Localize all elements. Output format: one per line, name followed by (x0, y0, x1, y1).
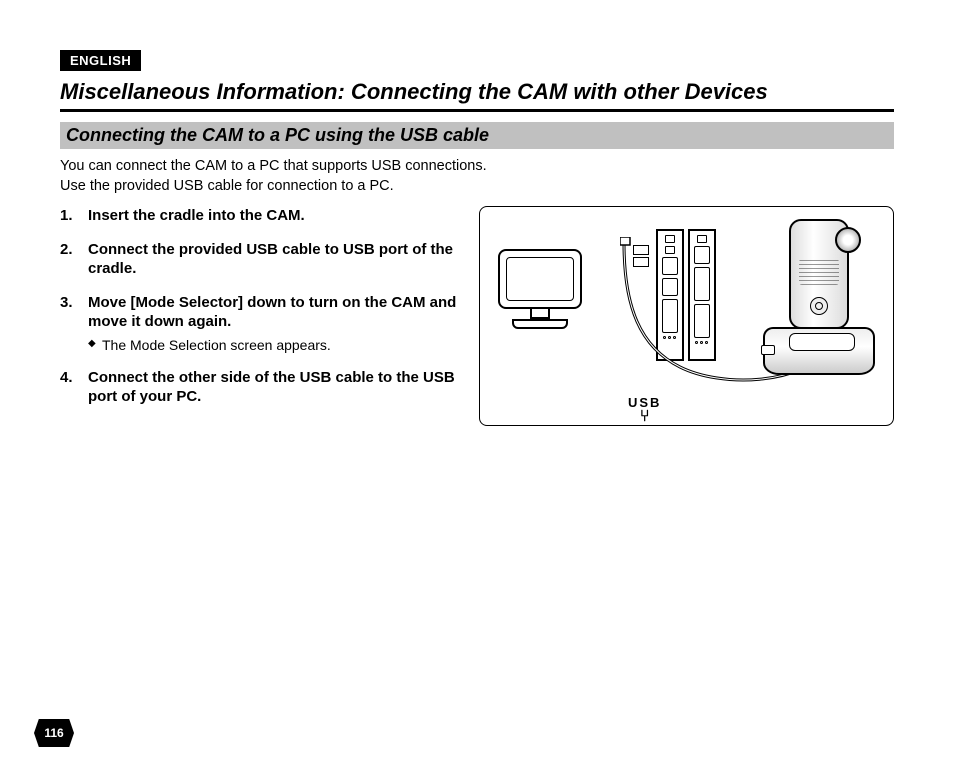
intro-text: You can connect the CAM to a PC that sup… (60, 157, 894, 196)
step-1-text: Insert the cradle into the CAM. (88, 207, 305, 224)
step-2-text: Connect the provided USB cable to USB po… (88, 241, 453, 278)
usb-label: USB ⑂ (628, 396, 661, 425)
page-number: 116 (34, 719, 74, 747)
step-4: Connect the other side of the USB cable … (60, 368, 461, 407)
page-title: Miscellaneous Information: Connecting th… (60, 79, 894, 112)
pc-back-icon (630, 229, 716, 361)
monitor-icon (498, 249, 582, 329)
usb-trident-icon: ⑂ (628, 409, 661, 425)
steps-list: Insert the cradle into the CAM. Connect … (60, 206, 461, 407)
steps-column: Insert the cradle into the CAM. Connect … (60, 206, 461, 426)
step-1: Insert the cradle into the CAM. (60, 206, 461, 226)
intro-line-2: Use the provided USB cable for connectio… (60, 178, 394, 194)
content-row: Insert the cradle into the CAM. Connect … (60, 206, 894, 426)
step-3-sub: The Mode Selection screen appears. (88, 336, 461, 354)
section-heading: Connecting the CAM to a PC using the USB… (60, 122, 894, 149)
step-4-text: Connect the other side of the USB cable … (88, 369, 455, 406)
step-3: Move [Mode Selector] down to turn on the… (60, 293, 461, 354)
connection-diagram: USB ⑂ (479, 206, 894, 426)
step-3-text: Move [Mode Selector] down to turn on the… (88, 294, 456, 331)
usb-hub-icon (630, 245, 652, 361)
cam-on-cradle-icon (763, 221, 875, 371)
figure-column: USB ⑂ (479, 206, 894, 426)
step-2: Connect the provided USB cable to USB po… (60, 240, 461, 279)
language-tag: ENGLISH (60, 50, 141, 71)
intro-line-1: You can connect the CAM to a PC that sup… (60, 158, 487, 174)
